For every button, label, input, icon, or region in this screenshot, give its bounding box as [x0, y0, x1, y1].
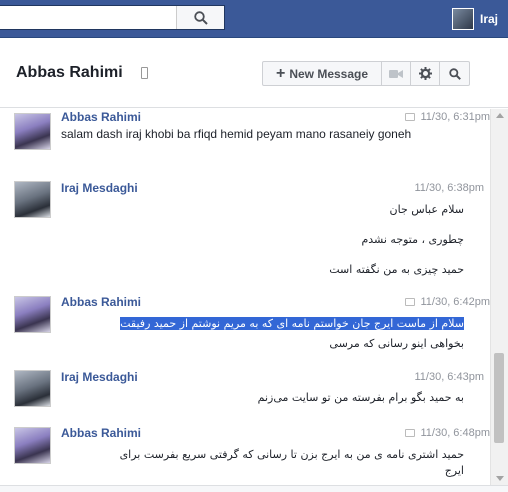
avatar: [451, 8, 474, 30]
settings-button[interactable]: [411, 61, 440, 86]
chat-bubble-icon: [405, 298, 416, 307]
video-camera-icon: [389, 69, 403, 78]
message-text: سلام عباس جان چطوری ، متوجه نشدم حمید چی…: [64, 202, 464, 278]
message-time: 11/30, 6:48pm: [405, 427, 490, 439]
avatar[interactable]: [14, 370, 51, 407]
avatar[interactable]: [14, 181, 51, 218]
message-text: به حمید بگو برام بفرسته من تو سایت می‌زن…: [64, 390, 464, 406]
message-text: salam dash iraj khobi ba rfiqd hemid pey…: [61, 127, 412, 141]
search-icon: [448, 67, 461, 80]
composer-edge: [0, 485, 508, 492]
message-time: 11/30, 6:38pm: [414, 182, 484, 194]
avatar[interactable]: [14, 296, 51, 333]
gear-icon: [418, 67, 432, 80]
scroll-down-arrow-icon[interactable]: [496, 476, 504, 481]
message-line: ایرج: [444, 464, 464, 477]
message-time: 11/30, 6:42pm: [405, 296, 490, 308]
timestamp: 11/30, 6:38pm: [414, 182, 484, 194]
timestamp: 11/30, 6:43pm: [414, 371, 484, 383]
sender-name[interactable]: Abbas Rahimi: [61, 110, 141, 124]
message-line: به حمید بگو برام بفرسته من تو سایت می‌زن…: [257, 391, 464, 404]
chat-bubble-icon: [405, 113, 416, 122]
profile-link[interactable]: Iraj: [451, 8, 498, 30]
user-name: Iraj: [479, 12, 498, 26]
chat-bubble-icon: [405, 429, 416, 438]
sender-name[interactable]: Iraj Mesdaghi: [61, 181, 138, 195]
message-line: بخواهی اینو رسانی که مرسی: [329, 337, 464, 350]
search-icon: [193, 10, 208, 25]
top-navigation-bar: Iraj: [0, 0, 508, 38]
message-time: 11/30, 6:43pm: [414, 371, 484, 383]
avatar[interactable]: [14, 113, 51, 150]
message-line: حمید اشتری نامه ی من به ایرج بزن تا رسان…: [119, 448, 464, 461]
sender-name[interactable]: Abbas Rahimi: [61, 426, 141, 440]
header-actions: + New Message: [262, 61, 470, 86]
message-thread: Abbas Rahimi 11/30, 6:31pm salam dash ir…: [0, 109, 490, 485]
sender-name[interactable]: Abbas Rahimi: [61, 295, 141, 309]
search-button[interactable]: [176, 6, 224, 29]
video-call-button[interactable]: [382, 61, 411, 86]
scrollbar-thumb[interactable]: [494, 353, 504, 443]
message-text: حمید اشتری نامه ی من به ایرج بزن تا رسان…: [64, 447, 464, 479]
timestamp: 11/30, 6:48pm: [420, 427, 490, 439]
new-message-label: New Message: [289, 66, 369, 81]
conversation-title[interactable]: Abbas Rahimi: [16, 64, 123, 82]
search-conversation-button[interactable]: [440, 61, 470, 86]
scroll-up-arrow-icon[interactable]: [496, 113, 504, 118]
avatar[interactable]: [14, 427, 51, 464]
conversation-header: Abbas Rahimi + New Message: [0, 38, 508, 108]
selected-text: سلام از ماست ایرج جان خواستم نامه ای که …: [120, 317, 464, 330]
timestamp: 11/30, 6:42pm: [420, 296, 490, 308]
search-box: [0, 5, 225, 30]
message-line: چطوری ، متوجه نشدم: [361, 233, 464, 246]
plus-icon: +: [275, 64, 286, 82]
search-input[interactable]: [0, 6, 176, 29]
message-text: سلام از ماست ایرج جان خواستم نامه ای که …: [64, 316, 464, 352]
timestamp: 11/30, 6:31pm: [420, 111, 490, 123]
message-line: سلام عباس جان: [389, 203, 464, 216]
message-time: 11/30, 6:31pm: [405, 111, 490, 123]
mobile-phone-icon: [141, 67, 148, 79]
sender-name[interactable]: Iraj Mesdaghi: [61, 370, 138, 384]
thread-scrollbar[interactable]: [490, 109, 508, 485]
new-message-button[interactable]: + New Message: [262, 61, 382, 86]
message-line: حمید چیزی به من نگفته است: [329, 263, 464, 276]
